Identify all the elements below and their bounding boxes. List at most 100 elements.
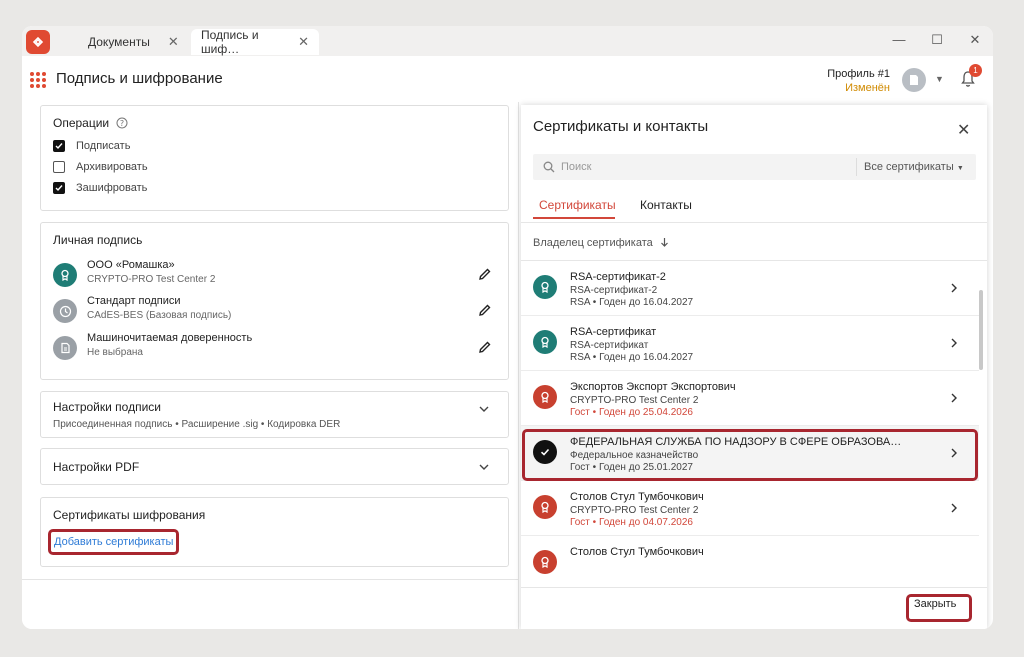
certificate-icon: [533, 275, 557, 299]
column-header-owner[interactable]: Владелец сертификата: [533, 237, 669, 249]
column-header-label: Владелец сертификата: [533, 237, 653, 249]
certificate-row[interactable]: Столов Стул Тумбочкович CRYPTO-PRO Test C…: [521, 481, 979, 536]
notification-badge: 1: [969, 64, 982, 77]
clock-icon: [53, 299, 77, 323]
chevron-right-icon[interactable]: [949, 392, 959, 404]
certificates-panel: Сертификаты и контакты ✕ Поиск Все серти…: [521, 105, 987, 629]
pdf-settings-title: Настройки PDF: [53, 460, 140, 474]
highlight-selected-certificate: [522, 429, 978, 481]
certificate-validity: RSA • Годен до 16.04.2027: [570, 297, 694, 308]
certificate-icon: [53, 263, 77, 287]
operations-title: Операции: [53, 116, 110, 130]
app-header: Подпись и шифрование Профиль #1 Изменён: [22, 56, 993, 102]
search-icon: [543, 161, 555, 173]
caret-down-icon: ▼: [956, 165, 964, 172]
certificate-issuer: CRYPTO-PRO Test Center 2: [570, 395, 699, 406]
tab-contacts[interactable]: Контакты: [640, 198, 692, 212]
chevron-right-icon[interactable]: [949, 502, 959, 514]
signature-item-title: Машиночитаемая доверенность: [87, 332, 253, 344]
profile-status: Изменён: [845, 82, 890, 94]
tab-sign-encrypt[interactable]: Подпись и шиф… ✕: [191, 28, 319, 56]
profile-info[interactable]: Профиль #1 Изменён: [827, 68, 890, 94]
close-icon[interactable]: ✕: [298, 34, 309, 50]
divider: [22, 579, 519, 580]
signature-item-subtitle: Не выбрана: [87, 347, 143, 358]
power-of-attorney-item[interactable]: Машиночитаемая доверенность Не выбрана: [53, 332, 498, 364]
checkbox-label: Подписать: [76, 140, 131, 152]
personal-signature-card: Личная подпись ООО «Ромашка» CRYPTO-PRO …: [40, 222, 509, 380]
panel-title: Сертификаты и контакты: [533, 118, 709, 135]
certificate-row[interactable]: RSA-сертификат-2 RSA-сертификат-2 RSA • Го…: [521, 261, 979, 316]
highlight-add-certificates: [48, 529, 179, 555]
certificate-filter-select[interactable]: Все сертификаты ▼: [864, 161, 964, 173]
signature-item-title: ООО «Ромашка»: [87, 259, 175, 271]
tab-documents[interactable]: Документы ✕: [78, 29, 189, 55]
certificate-icon: [533, 495, 557, 519]
close-icon[interactable]: ✕: [168, 34, 179, 50]
divider: [521, 222, 987, 223]
certificate-icon: [533, 330, 557, 354]
apps-grid-icon[interactable]: [30, 72, 46, 88]
window-close-icon[interactable]: ✕: [965, 32, 985, 50]
sort-arrow-down-icon[interactable]: [660, 237, 669, 247]
certificate-validity: RSA • Годен до 16.04.2027: [570, 352, 694, 363]
certificate-owner: Столов Стул Тумбочкович: [570, 546, 704, 558]
checkbox-archive[interactable]: Архивировать: [53, 161, 148, 173]
certificate-owner: RSA-сертификат-2: [570, 271, 666, 283]
certificate-owner: Экспортов Экспорт Экспортович: [570, 381, 736, 393]
signature-standard-item[interactable]: Стандарт подписи CAdES-BES (Базовая подп…: [53, 295, 498, 327]
signature-settings-title: Настройки подписи: [53, 400, 161, 414]
certificate-row[interactable]: Экспортов Экспорт Экспортович CRYPTO-PRO …: [521, 371, 979, 426]
scrollbar[interactable]: [979, 290, 983, 370]
certificate-issuer: RSA-сертификат: [570, 340, 649, 351]
active-tab-indicator: [533, 217, 615, 219]
checkbox-checked-icon[interactable]: [53, 182, 65, 194]
chevron-right-icon[interactable]: [949, 337, 959, 349]
signature-item-subtitle: CRYPTO-PRO Test Center 2: [87, 274, 216, 285]
operations-card: Операции ? Подписать Архивировать Зашифр…: [40, 105, 509, 211]
certificate-row[interactable]: RSA-сертификат RSA-сертификат RSA • Годен …: [521, 316, 979, 371]
maximize-icon[interactable]: ☐: [927, 32, 947, 50]
checkbox-sign[interactable]: Подписать: [53, 140, 130, 152]
search-input[interactable]: Поиск Все сертификаты ▼: [533, 154, 976, 180]
search-placeholder: Поиск: [561, 161, 592, 173]
close-icon[interactable]: ✕: [957, 120, 970, 140]
certificate-owner: RSA-сертификат: [570, 326, 657, 338]
pencil-icon[interactable]: [478, 267, 492, 281]
avatar[interactable]: [902, 68, 926, 92]
tab-label: Подпись и шиф…: [201, 28, 259, 56]
certificate-icon: [533, 385, 557, 409]
divider: [856, 158, 857, 176]
pencil-icon[interactable]: [478, 340, 492, 354]
chevron-down-icon[interactable]: [478, 461, 490, 473]
signature-settings-summary: Присоединенная подпись • Расширение .sig…: [53, 419, 341, 430]
chevron-right-icon[interactable]: [949, 282, 959, 294]
certificate-owner: Столов Стул Тумбочкович: [570, 491, 704, 503]
highlight-close-button: [906, 594, 972, 622]
tab-certificates[interactable]: Сертификаты: [539, 198, 616, 212]
pencil-icon[interactable]: [478, 303, 492, 317]
certificate-row[interactable]: Столов Стул Тумбочкович: [521, 536, 979, 587]
certificate-icon: [533, 550, 557, 574]
certificate-list: RSA-сертификат-2 RSA-сертификат-2 RSA • Го…: [521, 261, 979, 587]
tab-label: Документы: [88, 35, 150, 49]
profile-name: Профиль #1: [827, 68, 890, 80]
pdf-settings-card[interactable]: Настройки PDF: [40, 448, 509, 485]
certificate-validity: Гост • Годен до 04.07.2026: [570, 517, 693, 528]
signature-certificate-item[interactable]: ООО «Ромашка» CRYPTO-PRO Test Center 2: [53, 259, 498, 291]
checkbox-checked-icon[interactable]: [53, 140, 65, 152]
app-logo: [26, 30, 50, 54]
chevron-down-icon[interactable]: [478, 403, 490, 415]
personal-signature-title: Личная подпись: [53, 233, 143, 247]
certificate-validity: Гост • Годен до 25.04.2026: [570, 407, 693, 418]
title-bar: Документы ✕ Подпись и шиф… ✕ — ☐ ✕: [22, 26, 993, 56]
chevron-down-icon[interactable]: ▼: [935, 74, 944, 84]
encryption-certificates-title: Сертификаты шифрования: [53, 508, 206, 522]
minimize-icon[interactable]: —: [889, 32, 909, 50]
checkbox-label: Зашифровать: [76, 182, 148, 194]
help-icon[interactable]: ?: [116, 117, 128, 129]
checkbox-encrypt[interactable]: Зашифровать: [53, 182, 147, 194]
svg-text:?: ?: [120, 119, 124, 128]
checkbox-unchecked-icon[interactable]: [53, 161, 65, 173]
signature-settings-card[interactable]: Настройки подписи Присоединенная подпись…: [40, 391, 509, 438]
